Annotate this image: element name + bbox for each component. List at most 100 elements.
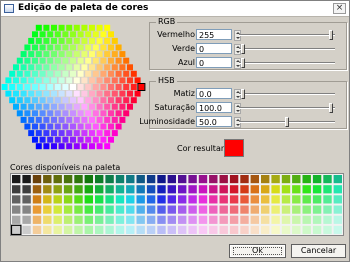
palette-swatch[interactable] — [198, 175, 208, 184]
hex-color-cell[interactable] — [35, 51, 42, 58]
hex-color-cell[interactable] — [115, 123, 122, 130]
hex-color-cell[interactable] — [134, 90, 141, 97]
palette-swatch[interactable] — [188, 225, 197, 234]
palette-swatch[interactable] — [95, 175, 104, 184]
palette-swatch[interactable] — [12, 215, 21, 224]
hex-color-cell[interactable] — [73, 37, 80, 44]
palette-swatch[interactable] — [261, 185, 270, 194]
palette-swatch[interactable] — [146, 225, 156, 234]
palette-swatch[interactable] — [219, 175, 228, 184]
palette-swatch[interactable] — [292, 205, 301, 214]
palette-swatch[interactable] — [312, 205, 322, 214]
hex-color-cell[interactable] — [47, 84, 54, 90]
palette-swatch[interactable] — [63, 215, 73, 224]
palette-swatch[interactable] — [188, 185, 197, 194]
hex-color-cell[interactable] — [54, 136, 61, 143]
hue-spinner[interactable]: 0.0 — [196, 88, 241, 100]
hex-color-cell[interactable] — [24, 70, 31, 77]
close-button[interactable]: × — [333, 3, 346, 14]
palette-swatch[interactable] — [126, 215, 135, 224]
hex-color-cell[interactable] — [104, 116, 111, 123]
brightness-slider-thumb[interactable] — [285, 117, 289, 127]
hex-color-cell[interactable] — [77, 110, 84, 117]
palette-swatch[interactable] — [43, 195, 52, 204]
palette-swatch[interactable] — [209, 205, 218, 214]
palette-swatch[interactable] — [333, 215, 342, 224]
palette-swatch[interactable] — [32, 215, 42, 224]
hex-color-cell[interactable] — [20, 116, 27, 123]
palette-swatch[interactable] — [178, 195, 187, 204]
hex-color-cell[interactable] — [108, 97, 114, 104]
hex-color-cell[interactable] — [96, 77, 103, 84]
palette-swatch[interactable] — [32, 225, 42, 234]
hex-color-cell[interactable] — [54, 57, 61, 64]
hex-color-cell[interactable] — [32, 110, 38, 117]
palette-swatch[interactable] — [126, 205, 135, 214]
hex-color-cell[interactable] — [73, 90, 80, 97]
palette-swatch[interactable] — [333, 185, 342, 194]
hex-color-cell[interactable] — [20, 90, 27, 97]
palette-swatch[interactable] — [229, 225, 239, 234]
hex-color-cell[interactable] — [85, 44, 92, 51]
palette-swatch[interactable] — [323, 215, 332, 224]
hex-color-cell[interactable] — [32, 84, 38, 90]
hex-color-cell[interactable] — [89, 37, 95, 44]
palette-swatch[interactable] — [240, 185, 249, 194]
palette-swatch[interactable] — [126, 185, 135, 194]
palette-swatch[interactable] — [74, 215, 83, 224]
palette-swatch[interactable] — [95, 215, 104, 224]
hex-color-cell[interactable] — [16, 57, 23, 64]
hex-color-cell[interactable] — [111, 77, 118, 84]
red-spinner[interactable]: 255 — [196, 29, 241, 41]
green-value[interactable]: 0 — [199, 45, 204, 54]
palette-swatch[interactable] — [126, 175, 135, 184]
palette-swatch[interactable] — [312, 185, 322, 194]
hex-color-cell[interactable] — [115, 97, 122, 104]
hex-color-cell[interactable] — [51, 143, 57, 150]
hex-color-cell[interactable] — [81, 90, 88, 97]
hex-color-cell[interactable] — [96, 64, 103, 71]
hex-color-cell[interactable] — [92, 136, 99, 143]
hex-color-cell[interactable] — [39, 136, 46, 143]
hex-color-cell[interactable] — [24, 97, 31, 104]
palette-swatch[interactable] — [250, 195, 259, 204]
hex-color-cell[interactable] — [85, 70, 92, 77]
hex-color-cell[interactable] — [43, 90, 50, 97]
hex-color-cell[interactable] — [43, 143, 50, 150]
hex-color-cell[interactable] — [51, 103, 57, 110]
palette-swatch[interactable] — [209, 185, 218, 194]
hex-color-cell[interactable] — [24, 110, 31, 117]
hex-color-cell[interactable] — [66, 116, 73, 123]
hex-color-cell[interactable] — [77, 57, 84, 64]
hex-color-cell[interactable] — [130, 84, 137, 90]
hex-color-cell[interactable] — [70, 110, 76, 117]
hex-color-cell[interactable] — [32, 70, 38, 77]
color-hexagon-picker[interactable] — [1, 17, 149, 151]
palette-swatch[interactable] — [126, 225, 135, 234]
hex-color-cell[interactable] — [20, 51, 27, 58]
palette-swatch[interactable] — [12, 225, 21, 234]
palette-grid[interactable] — [10, 173, 344, 236]
palette-swatch[interactable] — [84, 175, 93, 184]
blue-slider-track[interactable] — [239, 62, 335, 64]
hex-color-cell[interactable] — [119, 103, 126, 110]
palette-swatch[interactable] — [12, 175, 21, 184]
hex-color-cell[interactable] — [39, 123, 46, 130]
palette-swatch[interactable] — [74, 195, 83, 204]
palette-swatch[interactable] — [271, 175, 280, 184]
hex-color-cell[interactable] — [66, 64, 73, 71]
palette-swatch[interactable] — [53, 185, 62, 194]
hex-color-cell[interactable] — [28, 116, 35, 123]
palette-swatch[interactable] — [261, 195, 270, 204]
hex-color-cell[interactable] — [104, 64, 111, 71]
hex-color-cell[interactable] — [96, 51, 103, 58]
palette-swatch[interactable] — [323, 205, 332, 214]
palette-swatch[interactable] — [271, 205, 280, 214]
hex-color-cell[interactable] — [73, 143, 80, 150]
hex-color-cell[interactable] — [58, 77, 65, 84]
hex-color-cell[interactable] — [104, 51, 111, 58]
hex-color-cell[interactable] — [66, 51, 73, 58]
palette-swatch[interactable] — [188, 175, 197, 184]
hex-color-cell[interactable] — [92, 84, 99, 90]
hex-color-cell[interactable] — [77, 97, 84, 104]
